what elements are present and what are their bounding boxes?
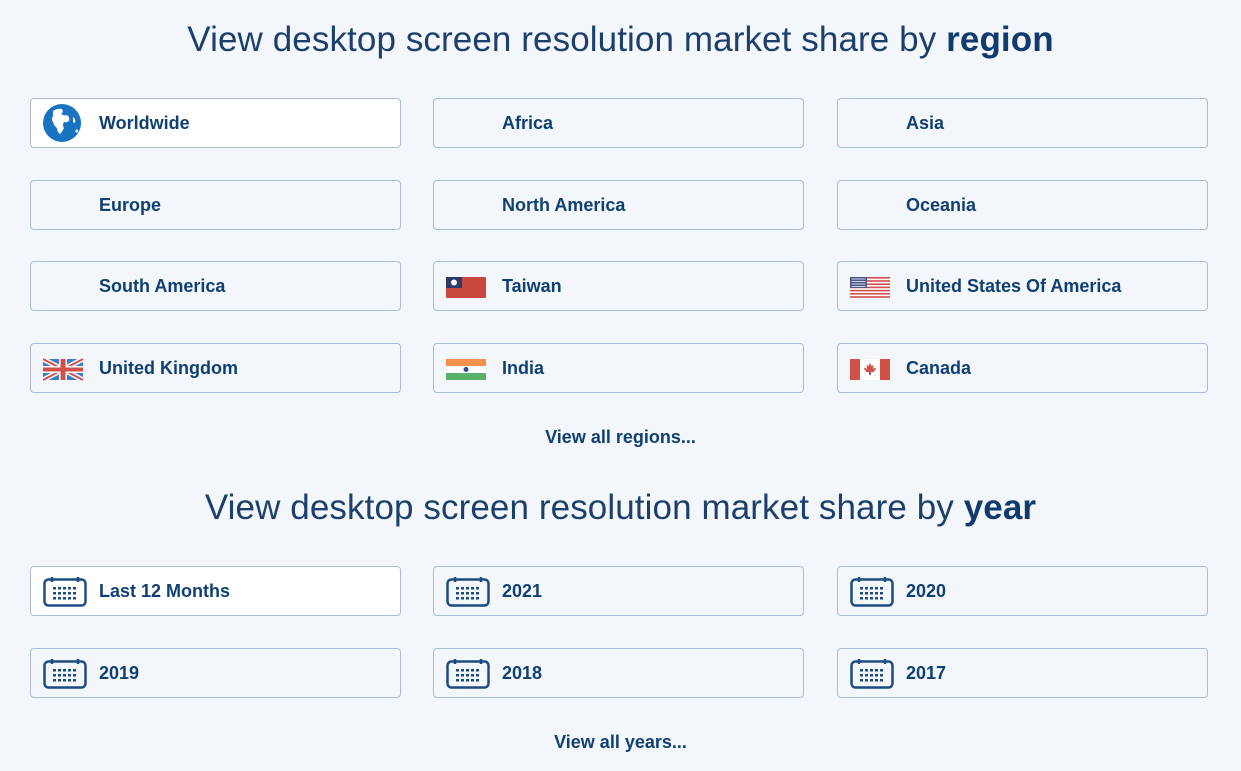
- region-label: Asia: [906, 113, 945, 133]
- calendar-icon: [43, 576, 87, 607]
- region-label: United Kingdom: [99, 358, 238, 378]
- view-all-regions-link[interactable]: View all regions...: [0, 427, 1241, 448]
- year-card-2020[interactable]: 2020: [837, 566, 1208, 616]
- region-label: North America: [502, 195, 626, 215]
- uk-flag-icon: [41, 354, 85, 384]
- india-flag-icon: [446, 354, 488, 384]
- taiwan-flag-icon: [446, 272, 488, 302]
- region-card-taiwan[interactable]: Taiwan: [433, 261, 804, 311]
- calendar-icon: [446, 658, 490, 689]
- region-card-canada[interactable]: Canada: [837, 343, 1208, 393]
- region-card-worldwide[interactable]: Worldwide: [30, 98, 401, 148]
- heading-prefix: View desktop screen resolution market sh…: [187, 20, 937, 59]
- region-card-usa[interactable]: United States Of America: [837, 261, 1208, 311]
- year-card-2017[interactable]: 2017: [837, 648, 1208, 698]
- region-card-north-america[interactable]: North America: [433, 180, 804, 230]
- region-label: Taiwan: [502, 276, 562, 296]
- year-label: 2021: [502, 581, 543, 601]
- region-label: United States Of America: [906, 276, 1122, 296]
- region-label: Canada: [906, 358, 972, 378]
- region-section-heading: View desktop screen resolution market sh…: [0, 20, 1241, 60]
- region-card-europe[interactable]: Europe: [30, 180, 401, 230]
- year-label: 2020: [906, 581, 947, 601]
- year-section-heading: View desktop screen resolution market sh…: [0, 488, 1241, 528]
- year-label: 2017: [906, 663, 947, 683]
- region-label: India: [502, 358, 545, 378]
- globe-icon: [43, 104, 85, 142]
- region-label: Europe: [99, 195, 162, 215]
- heading-prefix: View desktop screen resolution market sh…: [204, 488, 954, 527]
- calendar-icon: [446, 576, 490, 607]
- region-card-africa[interactable]: Africa: [433, 98, 804, 148]
- year-label: 2018: [502, 663, 543, 683]
- region-card-united-kingdom[interactable]: United Kingdom: [30, 343, 401, 393]
- region-label: Africa: [502, 113, 554, 133]
- region-card-india[interactable]: India: [433, 343, 804, 393]
- region-label: Worldwide: [99, 113, 190, 133]
- year-card-last-12-months[interactable]: Last 12 Months: [30, 566, 401, 616]
- region-card-oceania[interactable]: Oceania: [837, 180, 1208, 230]
- region-card-asia[interactable]: Asia: [837, 98, 1208, 148]
- year-card-2018[interactable]: 2018: [433, 648, 804, 698]
- calendar-icon: [850, 658, 894, 689]
- year-card-2019[interactable]: 2019: [30, 648, 401, 698]
- year-card-2021[interactable]: 2021: [433, 566, 804, 616]
- view-all-years-link[interactable]: View all years...: [0, 732, 1241, 753]
- region-card-south-america[interactable]: South America: [30, 261, 401, 311]
- heading-emphasis: region: [946, 20, 1054, 59]
- year-label: Last 12 Months: [99, 581, 231, 601]
- region-label: Oceania: [906, 195, 977, 215]
- calendar-icon: [850, 576, 894, 607]
- year-label: 2019: [99, 663, 140, 683]
- heading-emphasis: year: [963, 488, 1037, 527]
- region-label: South America: [99, 276, 226, 296]
- usa-flag-icon: [850, 272, 892, 302]
- canada-flag-icon: [850, 354, 892, 384]
- calendar-icon: [43, 658, 87, 689]
